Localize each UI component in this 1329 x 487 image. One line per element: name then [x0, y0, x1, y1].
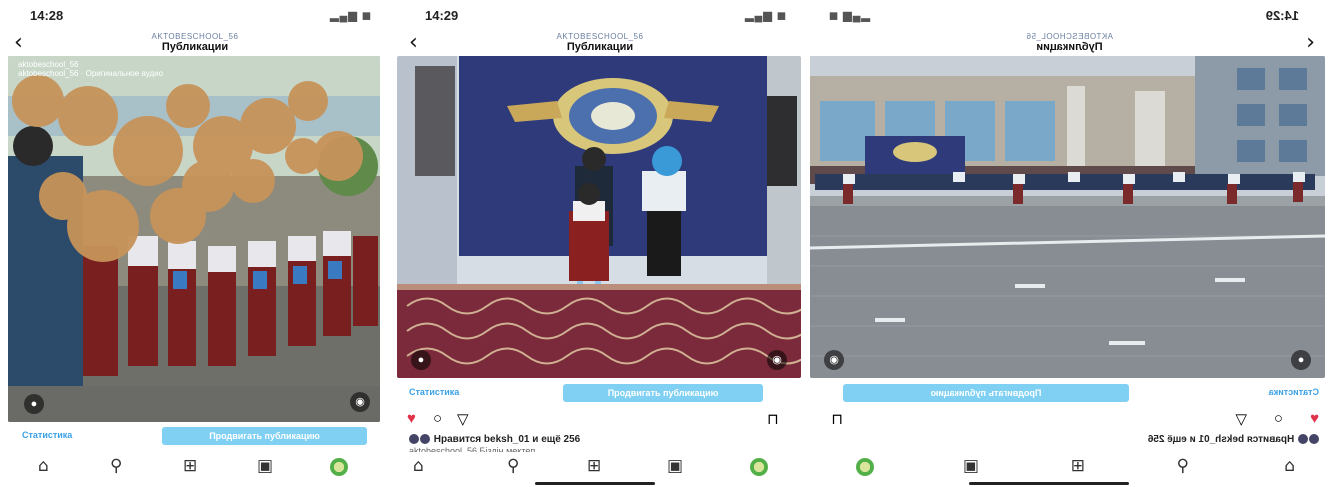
post-tag-user[interactable]: aktobeschool_56: [18, 60, 370, 69]
promote-button[interactable]: Продвигать публикацию: [563, 384, 763, 402]
home-icon[interactable]: ⌂: [413, 456, 424, 476]
account-name: AKTOBESCHOOL_56: [151, 32, 239, 41]
statistics-link[interactable]: Статистика: [409, 387, 459, 397]
bottom-nav: ⌂ ⚲ ⊞ ▣: [810, 452, 1329, 480]
page-title: Публикации: [566, 41, 634, 53]
page-title: Публикации: [161, 41, 229, 53]
reels-icon[interactable]: ▣: [257, 456, 273, 476]
mute-icon[interactable]: ◉: [767, 350, 787, 370]
post-actions-bar: Статистика Продвигать публикацию: [0, 425, 390, 447]
reels-icon[interactable]: ▣: [667, 456, 683, 476]
account-name: AKTOBESCHOOL_56: [1026, 32, 1113, 41]
profile-avatar-icon[interactable]: [330, 458, 348, 476]
liker-avatar: [1298, 434, 1308, 445]
mute-icon[interactable]: ◉: [350, 392, 370, 412]
reels-icon[interactable]: ▣: [963, 456, 979, 476]
post-photo[interactable]: aktobeschool_56 aktobeschool_56 · Оригин…: [8, 56, 380, 422]
mute-icon[interactable]: ◉: [824, 350, 844, 370]
signal-battery-icon: ▂▄▆ ◼: [745, 10, 787, 22]
liker-avatar: [409, 434, 419, 445]
mirrored-content: 14:29 ▂▄▆ ◼ ‹ AKTOBESCHOOL_56 Публикации: [810, 0, 1329, 487]
status-time: 14:28: [30, 8, 64, 23]
post-tag-bar[interactable]: aktobeschool_56 aktobeschool_56 · Оригин…: [18, 60, 370, 82]
photo-stage-girl-banner: [397, 56, 801, 378]
user-tag-icon[interactable]: ●: [411, 350, 431, 370]
bottom-nav: ⌂ ⚲ ⊞ ▣: [0, 452, 390, 480]
post-actions-bar: Статистика Продвигать публикацию: [395, 382, 805, 404]
page-title: Публикации: [1036, 41, 1103, 53]
search-icon[interactable]: ⚲: [1177, 456, 1189, 476]
promote-button[interactable]: Продвигать публикацию: [162, 427, 367, 445]
status-time: 14:29: [1265, 8, 1299, 23]
add-post-icon[interactable]: ⊞: [1071, 456, 1085, 476]
search-icon[interactable]: ⚲: [507, 456, 519, 476]
screenshot-panel-1: 14:28 ▂▄▆ ◼ ‹ AKTOBESCHOOL_56 Публикации: [0, 0, 390, 487]
comment-icon[interactable]: ○: [433, 410, 442, 427]
profile-avatar-icon[interactable]: [856, 458, 874, 476]
statistics-link[interactable]: Статистика: [1269, 387, 1319, 397]
screenshot-panel-2: 14:29 ▂▄▆ ◼ ‹ AKTOBESCHOOL_56 Публикации: [395, 0, 805, 487]
home-indicator: [535, 482, 655, 485]
add-post-icon[interactable]: ⊞: [183, 456, 197, 476]
post-tag-audio[interactable]: aktobeschool_56 · Оригинальное аудио: [18, 69, 370, 78]
share-icon[interactable]: ▽: [457, 410, 469, 428]
search-icon[interactable]: ⚲: [110, 456, 122, 476]
bottom-nav: ⌂ ⚲ ⊞ ▣: [395, 452, 805, 480]
profile-avatar-icon[interactable]: [750, 458, 768, 476]
page-header: ‹ AKTOBESCHOOL_56 Публикации: [0, 26, 390, 56]
signal-battery-icon: ▂▄▆ ◼: [330, 10, 372, 22]
photo-balloons-children: [8, 56, 380, 422]
signal-battery-icon: ▂▄▆ ◼: [828, 10, 870, 22]
post-photo[interactable]: ● ◉: [810, 56, 1325, 378]
add-post-icon[interactable]: ⊞: [587, 456, 601, 476]
screenshot-panel-3-mirrored: 14:29 ▂▄▆ ◼ ‹ AKTOBESCHOOL_56 Публикации: [810, 0, 1329, 487]
home-icon[interactable]: ⌂: [38, 456, 49, 476]
statistics-link[interactable]: Статистика: [22, 430, 72, 440]
post-icon-row: ♥ ○ ▽ ⊓: [395, 410, 805, 430]
comment-icon[interactable]: ○: [1274, 410, 1283, 427]
heart-icon[interactable]: ♥: [1310, 410, 1319, 427]
status-bar: 14:29 ▂▄▆ ◼: [810, 8, 1329, 26]
post-icon-row: ♥ ○ ▽ ⊓: [810, 410, 1329, 430]
post-actions-bar: Статистика Продвигать публикацию: [810, 382, 1329, 404]
home-icon[interactable]: ⌂: [1284, 456, 1295, 476]
likes-line[interactable]: Нравится beksh_01 и ещё 256: [409, 434, 580, 445]
promote-button[interactable]: Продвигать публикацию: [843, 384, 1129, 402]
photo-schoolyard-assembly: [810, 56, 1325, 378]
account-name: AKTOBESCHOOL_56: [556, 32, 644, 41]
heart-icon[interactable]: ♥: [407, 410, 416, 427]
page-header: ‹ AKTOBESCHOOL_56 Публикации: [395, 26, 805, 56]
status-bar: 14:29 ▂▄▆ ◼: [395, 8, 805, 26]
likes-line[interactable]: Нравится beksh_01 и ещё 256: [1148, 434, 1319, 445]
home-indicator: [969, 482, 1129, 485]
page-header: ‹ AKTOBESCHOOL_56 Публикации: [810, 26, 1329, 56]
liker-avatar: [1309, 434, 1319, 445]
user-tag-icon[interactable]: ●: [1291, 350, 1311, 370]
post-photo[interactable]: ● ◉: [397, 56, 801, 378]
status-bar: 14:28 ▂▄▆ ◼: [0, 8, 390, 26]
bookmark-icon[interactable]: ⊓: [831, 410, 843, 428]
likes-text: Нравится beksh_01 и ещё 256: [433, 434, 581, 445]
likes-text: Нравится beksh_01 и ещё 256: [1147, 434, 1295, 445]
share-icon[interactable]: ▽: [1235, 410, 1247, 428]
user-tag-icon[interactable]: ●: [24, 394, 44, 414]
liker-avatar: [420, 434, 430, 445]
bookmark-icon[interactable]: ⊓: [767, 410, 779, 428]
status-time: 14:29: [425, 8, 459, 23]
